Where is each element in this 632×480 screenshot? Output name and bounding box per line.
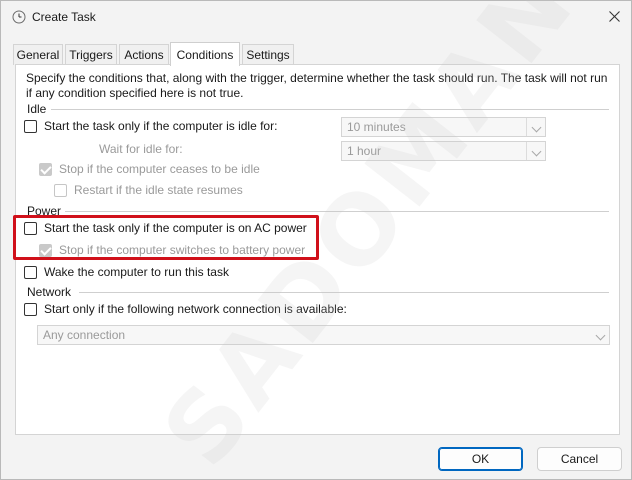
task-scheduler-icon — [12, 10, 26, 24]
tab-triggers[interactable]: Triggers — [65, 44, 117, 65]
chevron-down-icon — [531, 122, 542, 133]
window-title: Create Task — [32, 10, 96, 24]
network-label: Start only if the following network conn… — [44, 302, 347, 316]
power-divider — [65, 211, 609, 212]
combo-separator — [526, 142, 527, 160]
wait-idle-select[interactable]: 1 hour — [341, 141, 546, 161]
cancel-button[interactable]: Cancel — [537, 447, 622, 471]
chevron-down-icon — [531, 146, 542, 157]
wait-idle-value: 1 hour — [347, 144, 382, 158]
close-icon — [608, 10, 620, 22]
tab-settings[interactable]: Settings — [242, 44, 294, 65]
tab-general[interactable]: General — [13, 44, 63, 65]
network-row[interactable]: Start only if the following network conn… — [24, 302, 347, 316]
network-group-label: Network — [27, 285, 72, 299]
network-connection-value: Any connection — [43, 328, 126, 342]
restart-idle-label: Restart if the idle state resumes — [74, 183, 243, 197]
chevron-down-icon — [595, 330, 606, 341]
close-button[interactable] — [601, 5, 627, 27]
conditions-description: Specify the conditions that, along with … — [26, 71, 608, 100]
tab-actions[interactable]: Actions — [119, 44, 169, 65]
highlight-box — [13, 215, 319, 260]
title-bar: Create Task — [1, 1, 631, 33]
stop-idle-row[interactable]: Stop if the computer ceases to be idle — [39, 162, 260, 176]
network-divider — [79, 292, 609, 293]
idle-duration-value: 10 minutes — [347, 120, 406, 134]
stop-idle-checkbox[interactable] — [39, 162, 52, 176]
idle-group-label: Idle — [27, 102, 47, 116]
create-task-dialog: Create Task General Triggers Actions Con… — [0, 0, 632, 480]
idle-start-checkbox[interactable] — [24, 119, 37, 133]
wait-idle-label: Wait for idle for: — [99, 142, 183, 156]
idle-duration-select[interactable]: 10 minutes — [341, 117, 546, 137]
restart-idle-row[interactable]: Restart if the idle state resumes — [54, 183, 243, 197]
network-checkbox[interactable] — [24, 302, 37, 316]
network-connection-select[interactable]: Any connection — [37, 325, 610, 345]
idle-start-label: Start the task only if the computer is i… — [44, 119, 278, 133]
restart-idle-checkbox[interactable] — [54, 183, 67, 197]
tab-conditions[interactable]: Conditions — [170, 42, 240, 66]
combo-separator — [526, 118, 527, 136]
wake-checkbox[interactable] — [24, 265, 37, 279]
wake-row[interactable]: Wake the computer to run this task — [24, 265, 229, 279]
idle-divider — [51, 109, 609, 110]
wake-label: Wake the computer to run this task — [44, 265, 229, 279]
ok-button[interactable]: OK — [438, 447, 523, 471]
stop-idle-label: Stop if the computer ceases to be idle — [59, 162, 260, 176]
idle-start-row[interactable]: Start the task only if the computer is i… — [24, 119, 277, 133]
